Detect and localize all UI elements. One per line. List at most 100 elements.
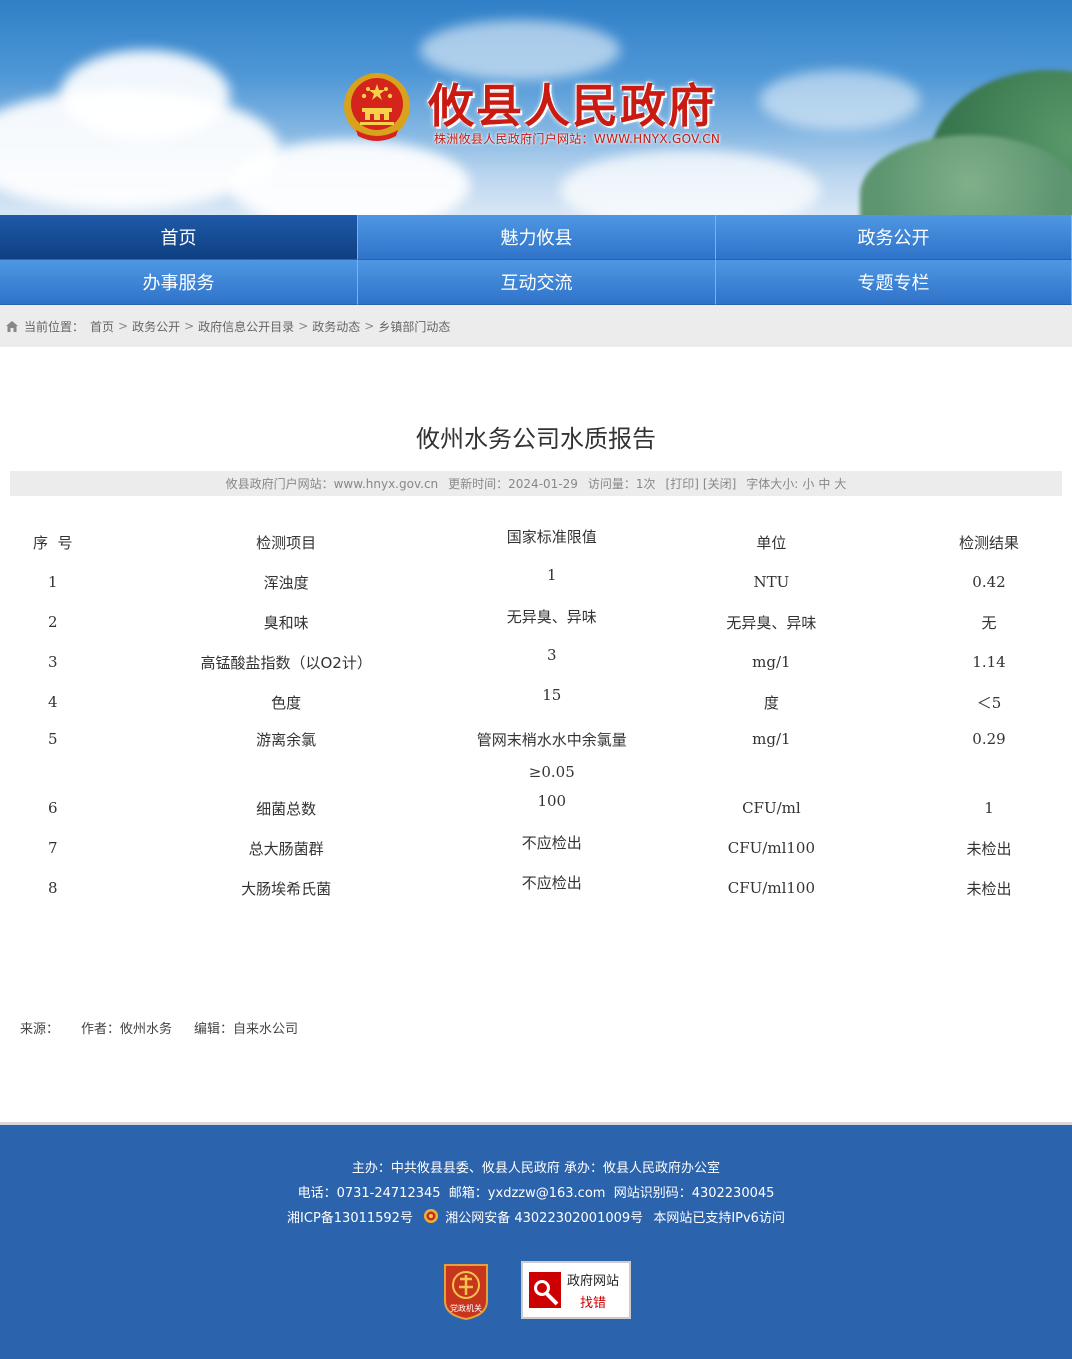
article-title: 攸州水务公司水质报告 [416,425,656,453]
breadcrumb-town-news[interactable]: 乡镇部门动态 [378,318,450,335]
footer-records: 湘ICP备13011592号 湘公网安备 43022302001009号 本网站… [0,1206,1072,1231]
meta-updated: 更新时间：2024-01-29 [448,477,578,491]
table-cell: 无异臭、异味 [506,608,597,626]
table-cell [96,756,477,788]
table-cell: 8 [47,879,58,897]
table-cell: ≥0.05 [528,763,575,781]
breadcrumb-gov-news[interactable]: 政务动态 [312,318,360,335]
table-cell: 不应检出 [521,874,582,892]
font-medium-button[interactable]: 中 [818,475,830,492]
table-cell: 3 [547,646,557,664]
table-cell: CFU/ml100 [727,839,815,857]
table-cell: 总大肠菌群 [248,839,324,858]
table-cell: mg/1 [752,730,791,748]
breadcrumb-separator: > [184,319,195,333]
print-link[interactable]: [打印] [666,475,699,492]
error-report-line2: 找错 [580,1295,607,1311]
table-cell: CFU/ml [742,799,801,817]
table-row: 8 大肠埃希氏菌 不应检出 CFU/ml100 未检出 [10,868,1062,908]
header-cell: 检测项目 [256,533,317,552]
party-gov-badge[interactable]: 党政机关 [441,1261,491,1321]
footer-sponsor: 主办：中共攸县县委、攸县人民政府 承办：攸县人民政府办公室 [351,1161,721,1176]
police-record-link[interactable]: 湘公网安备 43022302001009号 [445,1211,643,1226]
table-cell [916,756,1062,788]
breadcrumb: 当前位置： 首页 > 政务公开 > 政府信息公开目录 > 政务动态 > 乡镇部门… [0,305,1072,347]
error-report-line1: 政府网站 [567,1273,620,1289]
close-link[interactable]: [关闭] [703,475,736,492]
table-cell: 浑浊度 [263,573,309,592]
meta-visits: 访问量：1次 [587,477,656,491]
table-cell: NTU [753,573,790,591]
nav-item-services[interactable]: 办事服务 [0,260,358,305]
meta-site: 攸县政府门户网站：www.hnyx.gov.cn [225,477,439,491]
main-nav: 首页 魅力攸县 政务公开 办事服务 互动交流 专题专栏 [0,215,1072,305]
nav-item-home[interactable]: 首页 [0,215,358,260]
table-cell: 大肠埃希氏菌 [241,879,332,898]
svg-text:党政机关: 党政机关 [450,1303,482,1313]
article-source: 来源： 作者：攸州水务 编辑：自来水公司 [20,1018,1072,1037]
table-cell: 1 [547,566,557,584]
water-quality-table: 序 号 检测项目 国家标准限值 单位 检测结果 1 浑浊度 1 NTU 0.42… [10,522,1062,908]
table-row: 4 色度 15 度 ＜5 [10,682,1062,722]
table-cell: 不应检出 [521,834,582,852]
home-icon [6,320,18,332]
breadcrumb-info-catalog[interactable]: 政府信息公开目录 [198,318,294,335]
table-cell: 1 [47,573,58,591]
breadcrumb-gov-open[interactable]: 政务公开 [132,318,180,335]
table-cell: 色度 [271,693,302,712]
editor-label: 编辑：自来水公司 [194,1022,299,1037]
icp-link[interactable]: 湘ICP备13011592号 [287,1211,413,1226]
table-cell: 臭和味 [263,613,309,632]
national-emblem-icon [344,73,410,141]
table-cell: 管网末梢水水中余氯量 [476,730,627,749]
table-row: 5 游离余氯 管网末梢水水中余氯量 mg/1 0.29 [10,722,1062,756]
table-cell: 高锰酸盐指数（以O2计） [200,653,372,672]
footer-contact: 电话：0731-24712345 邮箱：yxdzzw@163.com 网站识别码… [297,1186,775,1201]
police-badge-icon [424,1209,439,1223]
party-gov-icon: 党政机关 [444,1264,488,1321]
table-cell: mg/1 [752,653,791,671]
table-cell: 未检出 [966,879,1012,898]
font-small-button[interactable]: 小 [802,475,814,492]
header-cell: 国家标准限值 [506,528,597,546]
article-meta: 攸县政府门户网站：www.hnyx.gov.cn 更新时间：2024-01-29… [10,471,1062,496]
site-subtitle: 株洲攸县人民政府门户网站：WWW.HNYX.GOV.CN [434,132,721,146]
table-row: 1 浑浊度 1 NTU 0.42 [10,562,1062,602]
breadcrumb-home[interactable]: 首页 [90,318,114,335]
nav-item-gov-open[interactable]: 政务公开 [716,215,1072,260]
source-label: 来源： [20,1022,60,1037]
table-cell: 度 [763,693,779,712]
table-cell: 5 [47,730,58,748]
table-cell: ＜5 [976,693,1002,712]
nav-item-charm[interactable]: 魅力攸县 [358,215,716,260]
breadcrumb-separator: > [364,319,375,333]
table-cell: 2 [47,613,58,631]
nav-item-interaction[interactable]: 互动交流 [358,260,716,305]
header-cell: 检测结果 [958,533,1019,552]
table-row: 2 臭和味 无异臭、异味 无异臭、异味 无 [10,602,1062,642]
table-cell: 4 [47,693,58,711]
header-cell: 单位 [756,533,787,552]
table-cell: 100 [537,792,567,810]
table-cell [627,756,916,788]
gov-site-error-report[interactable]: 政府网站 找错 [521,1261,631,1319]
table-cell: 无 [981,613,997,632]
table-cell: 0.42 [972,573,1006,591]
table-row: 6 细菌总数 100 CFU/ml 1 [10,788,1062,828]
table-cell: 细菌总数 [256,799,317,818]
author-label: 作者：攸州水务 [81,1022,173,1037]
breadcrumb-separator: > [298,319,309,333]
header-cell: 序 号 [32,533,73,552]
magnifier-icon [529,1272,561,1308]
nav-item-topics[interactable]: 专题专栏 [716,260,1072,305]
table-cell: 7 [47,839,58,857]
table-row: ≥0.05 [10,756,1062,788]
font-large-button[interactable]: 大 [834,475,846,492]
table-cell: 1 [984,799,994,817]
font-size-label: 字体大小: [746,477,799,491]
table-cell [10,756,96,788]
breadcrumb-separator: > [118,319,129,333]
table-header-row: 序 号 检测项目 国家标准限值 单位 检测结果 [10,522,1062,562]
table-cell: 未检出 [966,839,1012,858]
footer: 主办：中共攸县县委、攸县人民政府 承办：攸县人民政府办公室 电话：0731-24… [0,1122,1072,1359]
